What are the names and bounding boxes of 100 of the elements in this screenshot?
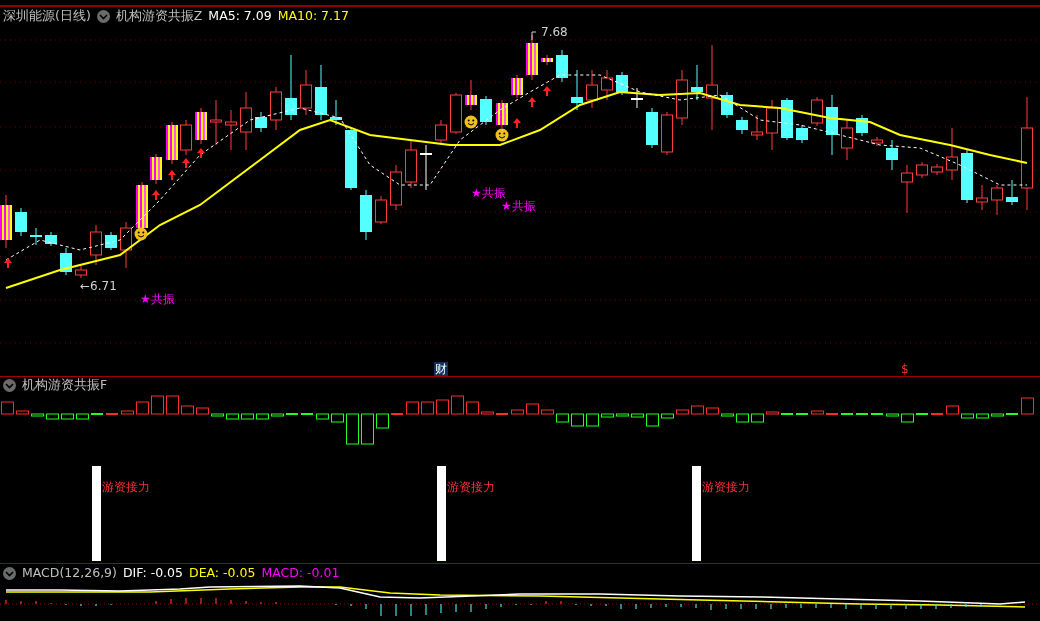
macd-value: MACD: -0.01 <box>261 567 340 580</box>
candlestick <box>345 127 357 191</box>
histogram-bar <box>541 409 554 415</box>
candlestick <box>541 54 553 66</box>
smiley-icon <box>134 227 148 241</box>
histogram-bar <box>271 413 284 417</box>
candlestick <box>841 119 853 161</box>
candlestick <box>420 144 432 191</box>
candlestick <box>646 107 658 149</box>
dropdown-icon[interactable] <box>3 567 16 580</box>
histogram-bar <box>241 413 254 420</box>
histogram-bar <box>376 413 389 429</box>
candlestick <box>586 69 598 109</box>
histogram-bar <box>316 413 329 420</box>
candlestick <box>676 69 688 126</box>
candlestick <box>105 231 117 251</box>
histogram-bar <box>46 413 59 420</box>
histogram-bar <box>136 401 149 415</box>
candlestick <box>30 227 42 246</box>
candlestick <box>736 116 748 135</box>
candlestick <box>150 153 162 185</box>
histogram-bar <box>766 411 779 415</box>
candlestick <box>946 127 958 181</box>
signal-label: ★共振 <box>140 293 175 305</box>
relay-label: 游资接力 <box>102 481 150 493</box>
candlestick <box>511 74 523 99</box>
security-name: 深圳能源(日线) <box>3 10 91 23</box>
histogram-bar <box>736 413 749 423</box>
candlestick <box>751 114 763 141</box>
histogram-bar <box>676 409 689 415</box>
histogram-bar <box>886 413 899 417</box>
histogram-bar <box>511 409 524 415</box>
histogram-bar <box>571 413 584 427</box>
candlestick <box>871 136 883 147</box>
candlestick <box>856 114 868 137</box>
candlestick <box>240 91 252 151</box>
candlestick <box>360 189 372 241</box>
histogram-bar <box>436 399 449 415</box>
histogram-bar <box>331 413 344 423</box>
indicator-name: 机构游资共振Z <box>115 10 203 23</box>
dividend-marker: $ <box>900 362 910 376</box>
candlestick <box>270 86 282 131</box>
candlestick <box>691 64 703 101</box>
histogram-bar <box>151 395 164 415</box>
histogram-bar <box>976 413 989 419</box>
signal-label: ★共振 <box>471 187 506 199</box>
candlestick <box>166 121 178 165</box>
candlestick <box>811 96 823 127</box>
candlestick <box>901 164 913 214</box>
candlestick <box>571 69 583 111</box>
candlestick <box>405 139 417 189</box>
candlestick <box>465 79 477 111</box>
histogram-bar <box>211 413 224 417</box>
finance-marker: 财 <box>434 362 448 376</box>
dropdown-icon[interactable] <box>3 379 16 392</box>
histogram-bar <box>196 407 209 415</box>
histogram-bar <box>406 401 419 415</box>
candlestick <box>496 99 508 129</box>
histogram-bar <box>946 405 959 415</box>
histogram-bar <box>256 413 269 420</box>
histogram-bar <box>901 413 914 423</box>
histogram-bar <box>991 413 1004 417</box>
histogram-bar <box>706 407 719 415</box>
candlestick <box>991 184 1003 216</box>
candlestick <box>781 97 793 141</box>
candlestick <box>1006 179 1018 206</box>
candlestick <box>90 224 102 266</box>
smiley-icon <box>495 128 509 142</box>
candlestick <box>601 69 613 101</box>
dropdown-icon[interactable] <box>96 10 110 23</box>
histogram-bar <box>631 413 644 418</box>
up-arrow-icon <box>513 118 521 128</box>
up-arrow-icon <box>4 258 12 268</box>
histogram-bar <box>601 413 614 418</box>
candlestick <box>285 54 297 121</box>
relay-label: 游资接力 <box>447 481 495 493</box>
relay-label: 游资接力 <box>702 481 750 493</box>
histogram-bar <box>181 405 194 415</box>
candlestick <box>120 221 132 269</box>
price-label: 7.68 <box>541 26 568 38</box>
histogram-bar <box>421 401 434 415</box>
ma5-value: MA5: 7.09 <box>208 10 272 23</box>
histogram-bar <box>721 413 734 417</box>
candlestick <box>766 99 778 151</box>
dea-value: DEA: -0.05 <box>189 567 256 580</box>
candlestick <box>435 119 447 146</box>
candlestick <box>300 69 312 116</box>
macd-title: MACD(12,26,9) <box>22 567 117 580</box>
histogram-bar <box>361 413 374 445</box>
candlestick <box>255 111 267 133</box>
histogram-bar <box>661 413 674 419</box>
candlestick <box>60 247 72 276</box>
histogram-bar <box>586 413 599 427</box>
histogram-bar <box>1021 397 1034 415</box>
candlestick <box>45 231 57 247</box>
histogram-bar <box>646 413 659 427</box>
histogram-bar <box>226 413 239 420</box>
candlestick <box>315 64 327 121</box>
histogram-bar <box>451 395 464 415</box>
histogram-bar <box>61 413 74 420</box>
